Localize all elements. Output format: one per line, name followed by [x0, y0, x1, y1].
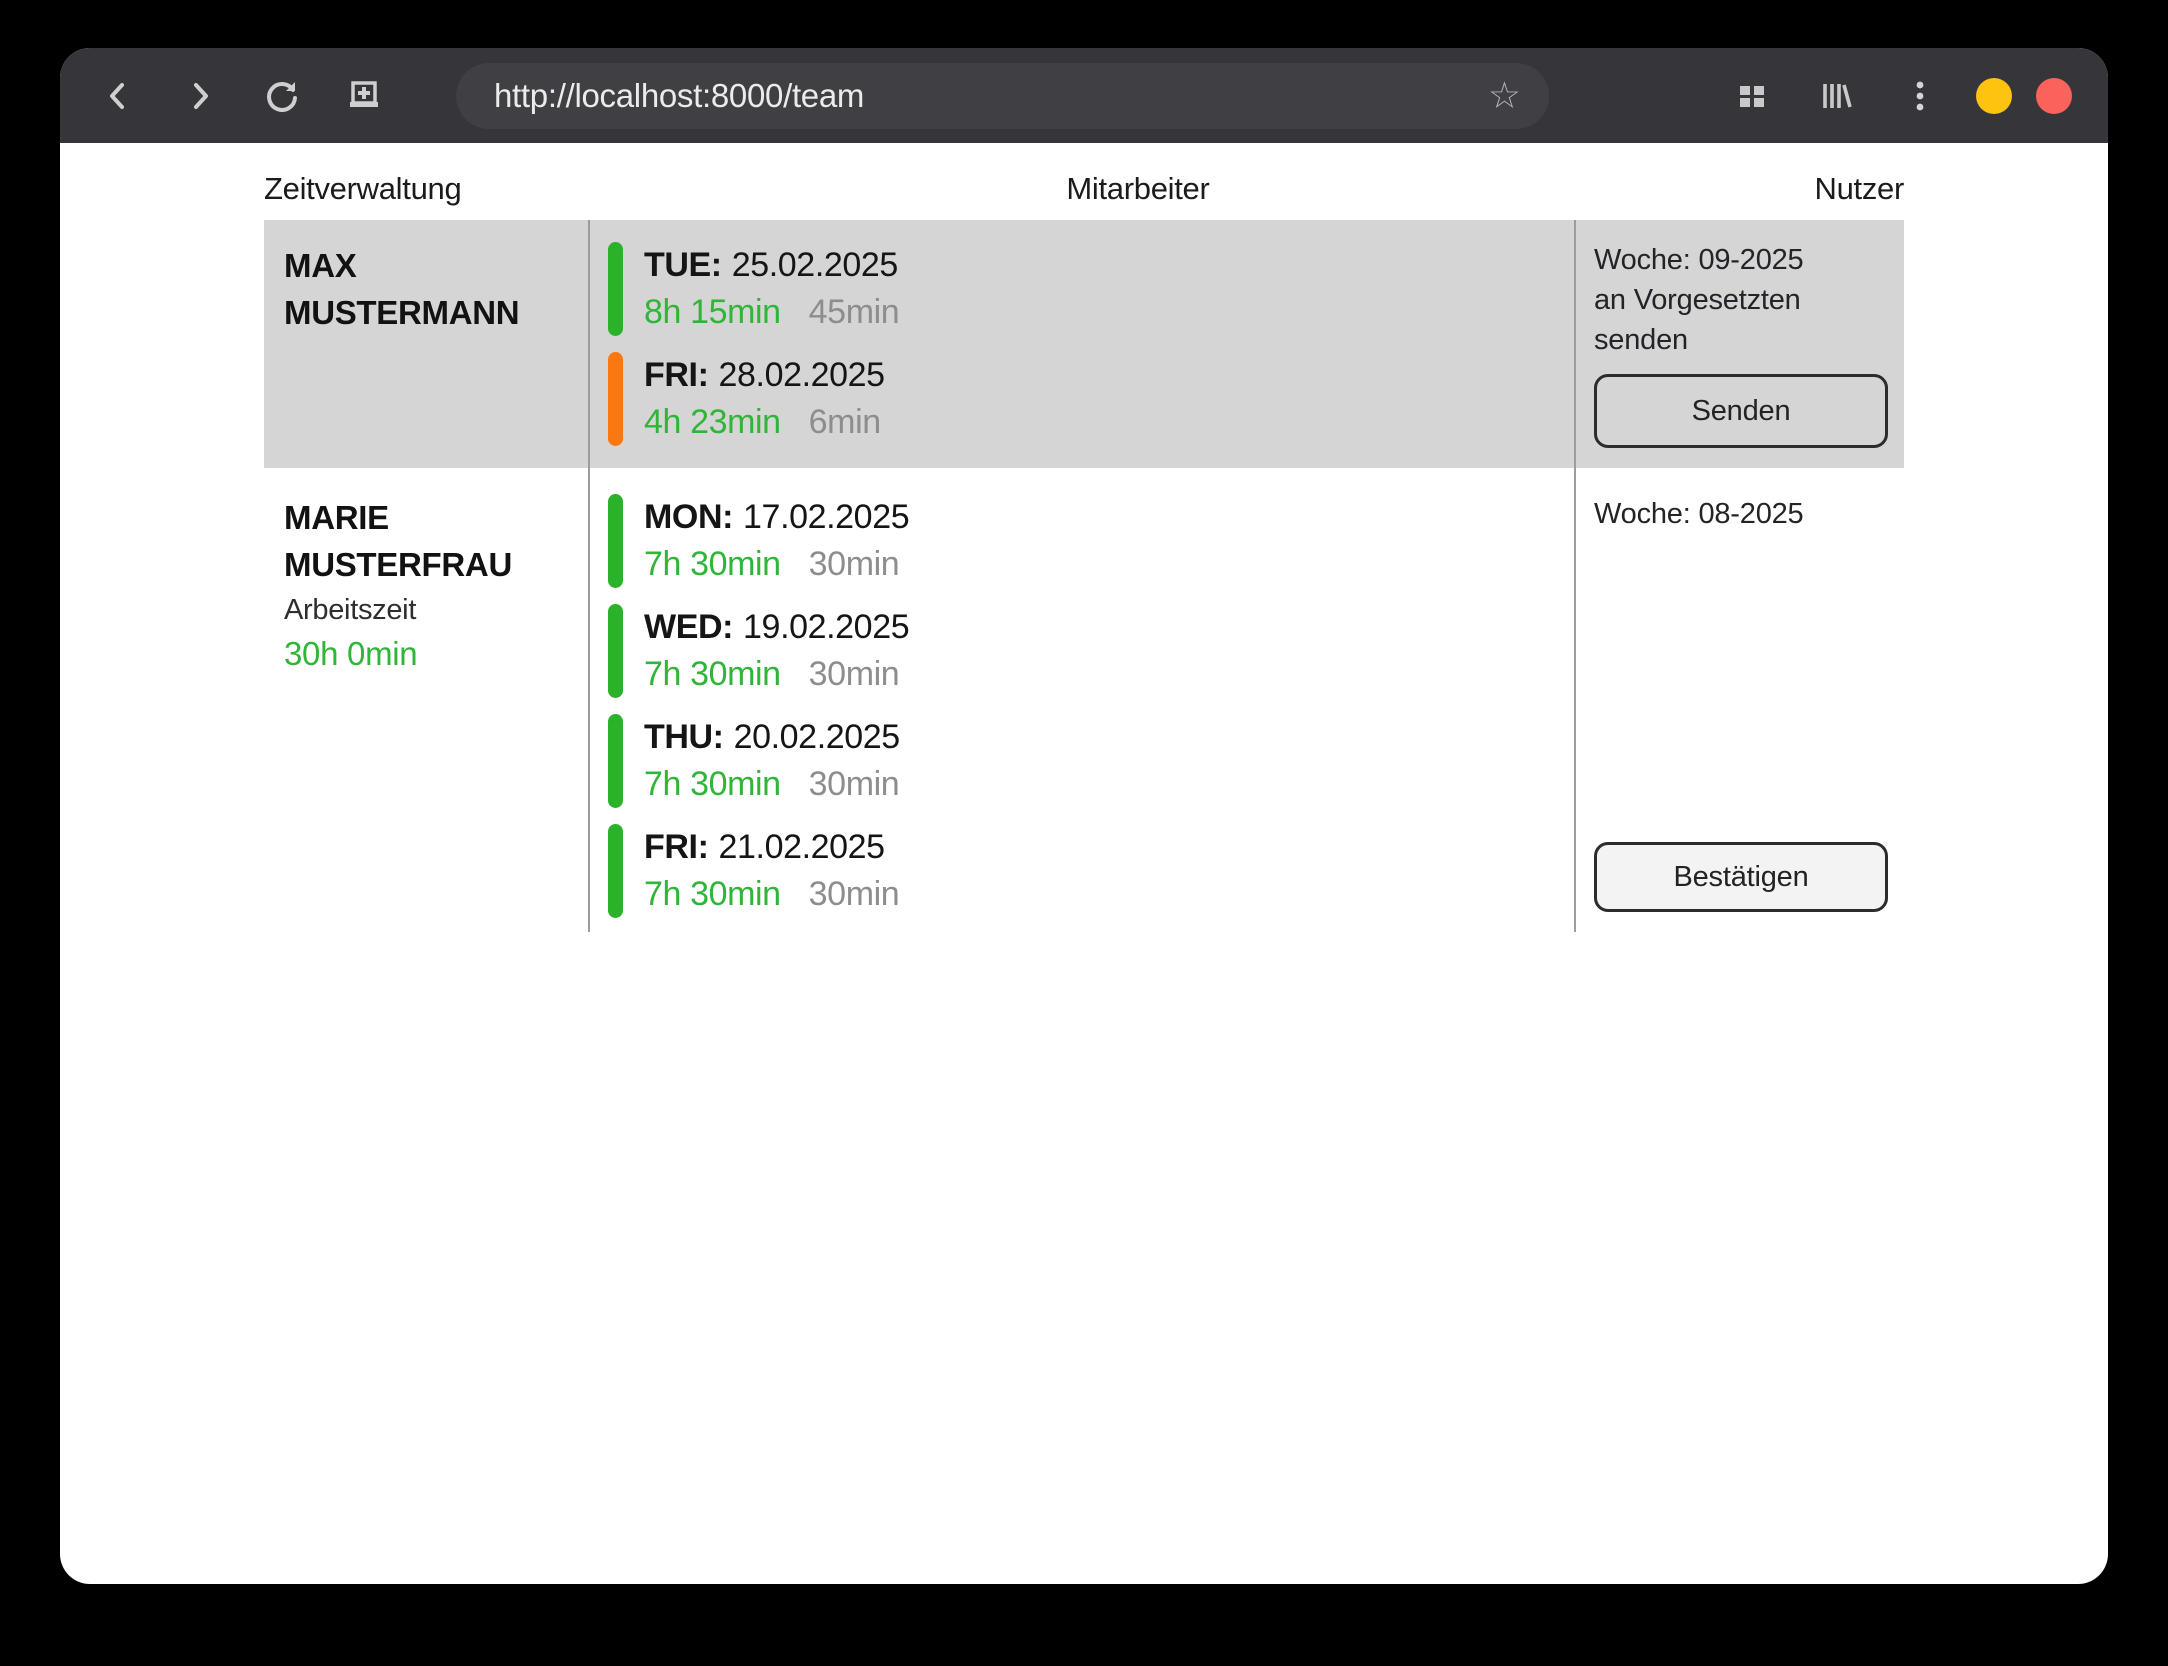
break-time: 6min [809, 403, 881, 441]
nav-item-mitarbeiter[interactable]: Mitarbeiter [1066, 171, 1209, 207]
employee-name-line: MARIE [284, 494, 572, 541]
url-text[interactable]: http://localhost:8000/team [494, 77, 1488, 115]
worked-time: 7h 30min [644, 875, 781, 913]
reload-button[interactable] [254, 68, 310, 124]
bestaetigen-button[interactable]: Bestätigen [1594, 842, 1888, 912]
weekday-label: TUE: [644, 246, 722, 284]
forward-icon [183, 79, 217, 113]
entry-date-line: TUE: 25.02.2025 [644, 242, 899, 289]
entry-time-line: 8h 15min 45min [644, 289, 899, 336]
nav-item-zeitverwaltung[interactable]: Zeitverwaltung [264, 171, 461, 207]
team-page: Zeitverwaltung Mitarbeiter Nutzer MAX MU… [264, 165, 1904, 932]
close-window-button[interactable] [2036, 78, 2072, 114]
url-bar[interactable]: http://localhost:8000/team ☆ [456, 63, 1549, 129]
date-value: 28.02.2025 [719, 356, 885, 394]
break-time: 30min [809, 655, 900, 693]
entry-time-line: 7h 30min 30min [644, 871, 899, 918]
minimize-window-button[interactable] [1976, 78, 2012, 114]
employee-name-cell: MARIE MUSTERFRAU Arbeitszeit 30h 0min [264, 468, 588, 932]
senden-button[interactable]: Senden [1594, 374, 1888, 448]
day-entry: MON: 17.02.2025 7h 30min 30min [608, 494, 1574, 588]
day-entry: FRI: 28.02.2025 4h 23min 6min [608, 352, 1574, 446]
bookmark-star-icon[interactable]: ☆ [1488, 77, 1521, 114]
week-label: Woche: 08-2025 [1594, 494, 1886, 534]
date-value: 19.02.2025 [743, 608, 909, 646]
week-action-cell: Woche: 08-2025 Bestätigen [1574, 468, 1904, 932]
entry-date-line: FRI: 21.02.2025 [644, 824, 899, 871]
employee-row-max[interactable]: MAX MUSTERMANN TUE: 25.02.2025 8h 15min 45… [264, 220, 1904, 468]
week-label: senden [1594, 320, 1886, 360]
day-entries-cell: TUE: 25.02.2025 8h 15min 45min FRI: 28.02.2… [588, 220, 1574, 468]
weekday-label: WED: [644, 608, 733, 646]
date-value: 17.02.2025 [743, 498, 909, 536]
week-label: Woche: 09-2025 [1594, 240, 1886, 280]
status-bar [608, 604, 623, 698]
status-bar [608, 494, 623, 588]
status-bar [608, 242, 623, 336]
worktime-label: Arbeitszeit [284, 588, 572, 632]
entry-time-line: 7h 30min 30min [644, 651, 909, 698]
date-value: 21.02.2025 [719, 828, 885, 866]
worked-time: 7h 30min [644, 545, 781, 583]
entry-date-line: FRI: 28.02.2025 [644, 352, 885, 399]
main-nav: Zeitverwaltung Mitarbeiter Nutzer [264, 165, 1904, 212]
entry-time-line: 4h 23min 6min [644, 399, 885, 446]
entry-date-line: MON: 17.02.2025 [644, 494, 909, 541]
date-value: 20.02.2025 [734, 718, 900, 756]
weekday-label: FRI: [644, 356, 709, 394]
kebab-menu-icon [1902, 76, 1938, 116]
browser-toolbar: http://localhost:8000/team ☆ [60, 48, 2108, 143]
day-entry: FRI: 21.02.2025 7h 30min 30min [608, 824, 1574, 918]
forward-button[interactable] [172, 68, 228, 124]
library-icon [1816, 76, 1856, 116]
nav-item-nutzer[interactable]: Nutzer [1814, 171, 1904, 207]
date-value: 25.02.2025 [732, 246, 898, 284]
break-time: 30min [809, 545, 900, 583]
entry-time-line: 7h 30min 30min [644, 761, 900, 808]
worktime-value: 30h 0min [284, 632, 572, 676]
employee-name-line: MUSTERMANN [284, 289, 572, 336]
weekday-label: FRI: [644, 828, 709, 866]
day-entry: WED: 19.02.2025 7h 30min 30min [608, 604, 1574, 698]
employee-name-cell: MAX MUSTERMANN [264, 220, 588, 468]
worked-time: 4h 23min [644, 403, 781, 441]
weekday-label: MON: [644, 498, 733, 536]
employee-row-marie[interactable]: MARIE MUSTERFRAU Arbeitszeit 30h 0min MO… [264, 468, 1904, 932]
break-time: 30min [809, 765, 900, 803]
break-time: 45min [809, 293, 900, 331]
status-bar [608, 714, 623, 808]
break-time: 30min [809, 875, 900, 913]
entry-date-line: WED: 19.02.2025 [644, 604, 909, 651]
entry-time-line: 7h 30min 30min [644, 541, 909, 588]
day-entries-cell: MON: 17.02.2025 7h 30min 30min WED: 19.02.2… [588, 468, 1574, 932]
worked-time: 7h 30min [644, 765, 781, 803]
weekday-label: THU: [644, 718, 724, 756]
library-button[interactable] [1808, 68, 1864, 124]
week-label: an Vorgesetzten [1594, 280, 1886, 320]
entry-date-line: THU: 20.02.2025 [644, 714, 900, 761]
day-entry: THU: 20.02.2025 7h 30min 30min [608, 714, 1574, 808]
back-button[interactable] [90, 68, 146, 124]
week-action-cell: Woche: 09-2025 an Vorgesetzten senden Se… [1574, 220, 1904, 468]
toolbar-right-cluster [1724, 68, 2108, 124]
back-icon [101, 79, 135, 113]
worked-time: 7h 30min [644, 655, 781, 693]
reload-icon [262, 76, 302, 116]
employee-name-line: MUSTERFRAU [284, 541, 572, 588]
new-tab-icon [344, 76, 384, 116]
grid-icon [1734, 78, 1770, 114]
menu-button[interactable] [1892, 68, 1948, 124]
worked-time: 8h 15min [644, 293, 781, 331]
status-bar [608, 352, 623, 446]
browser-window: http://localhost:8000/team ☆ [60, 48, 2108, 1584]
employee-name-line: MAX [284, 242, 572, 289]
day-entry: TUE: 25.02.2025 8h 15min 45min [608, 242, 1574, 336]
status-bar [608, 824, 623, 918]
new-tab-button[interactable] [336, 68, 392, 124]
apps-grid-button[interactable] [1724, 68, 1780, 124]
